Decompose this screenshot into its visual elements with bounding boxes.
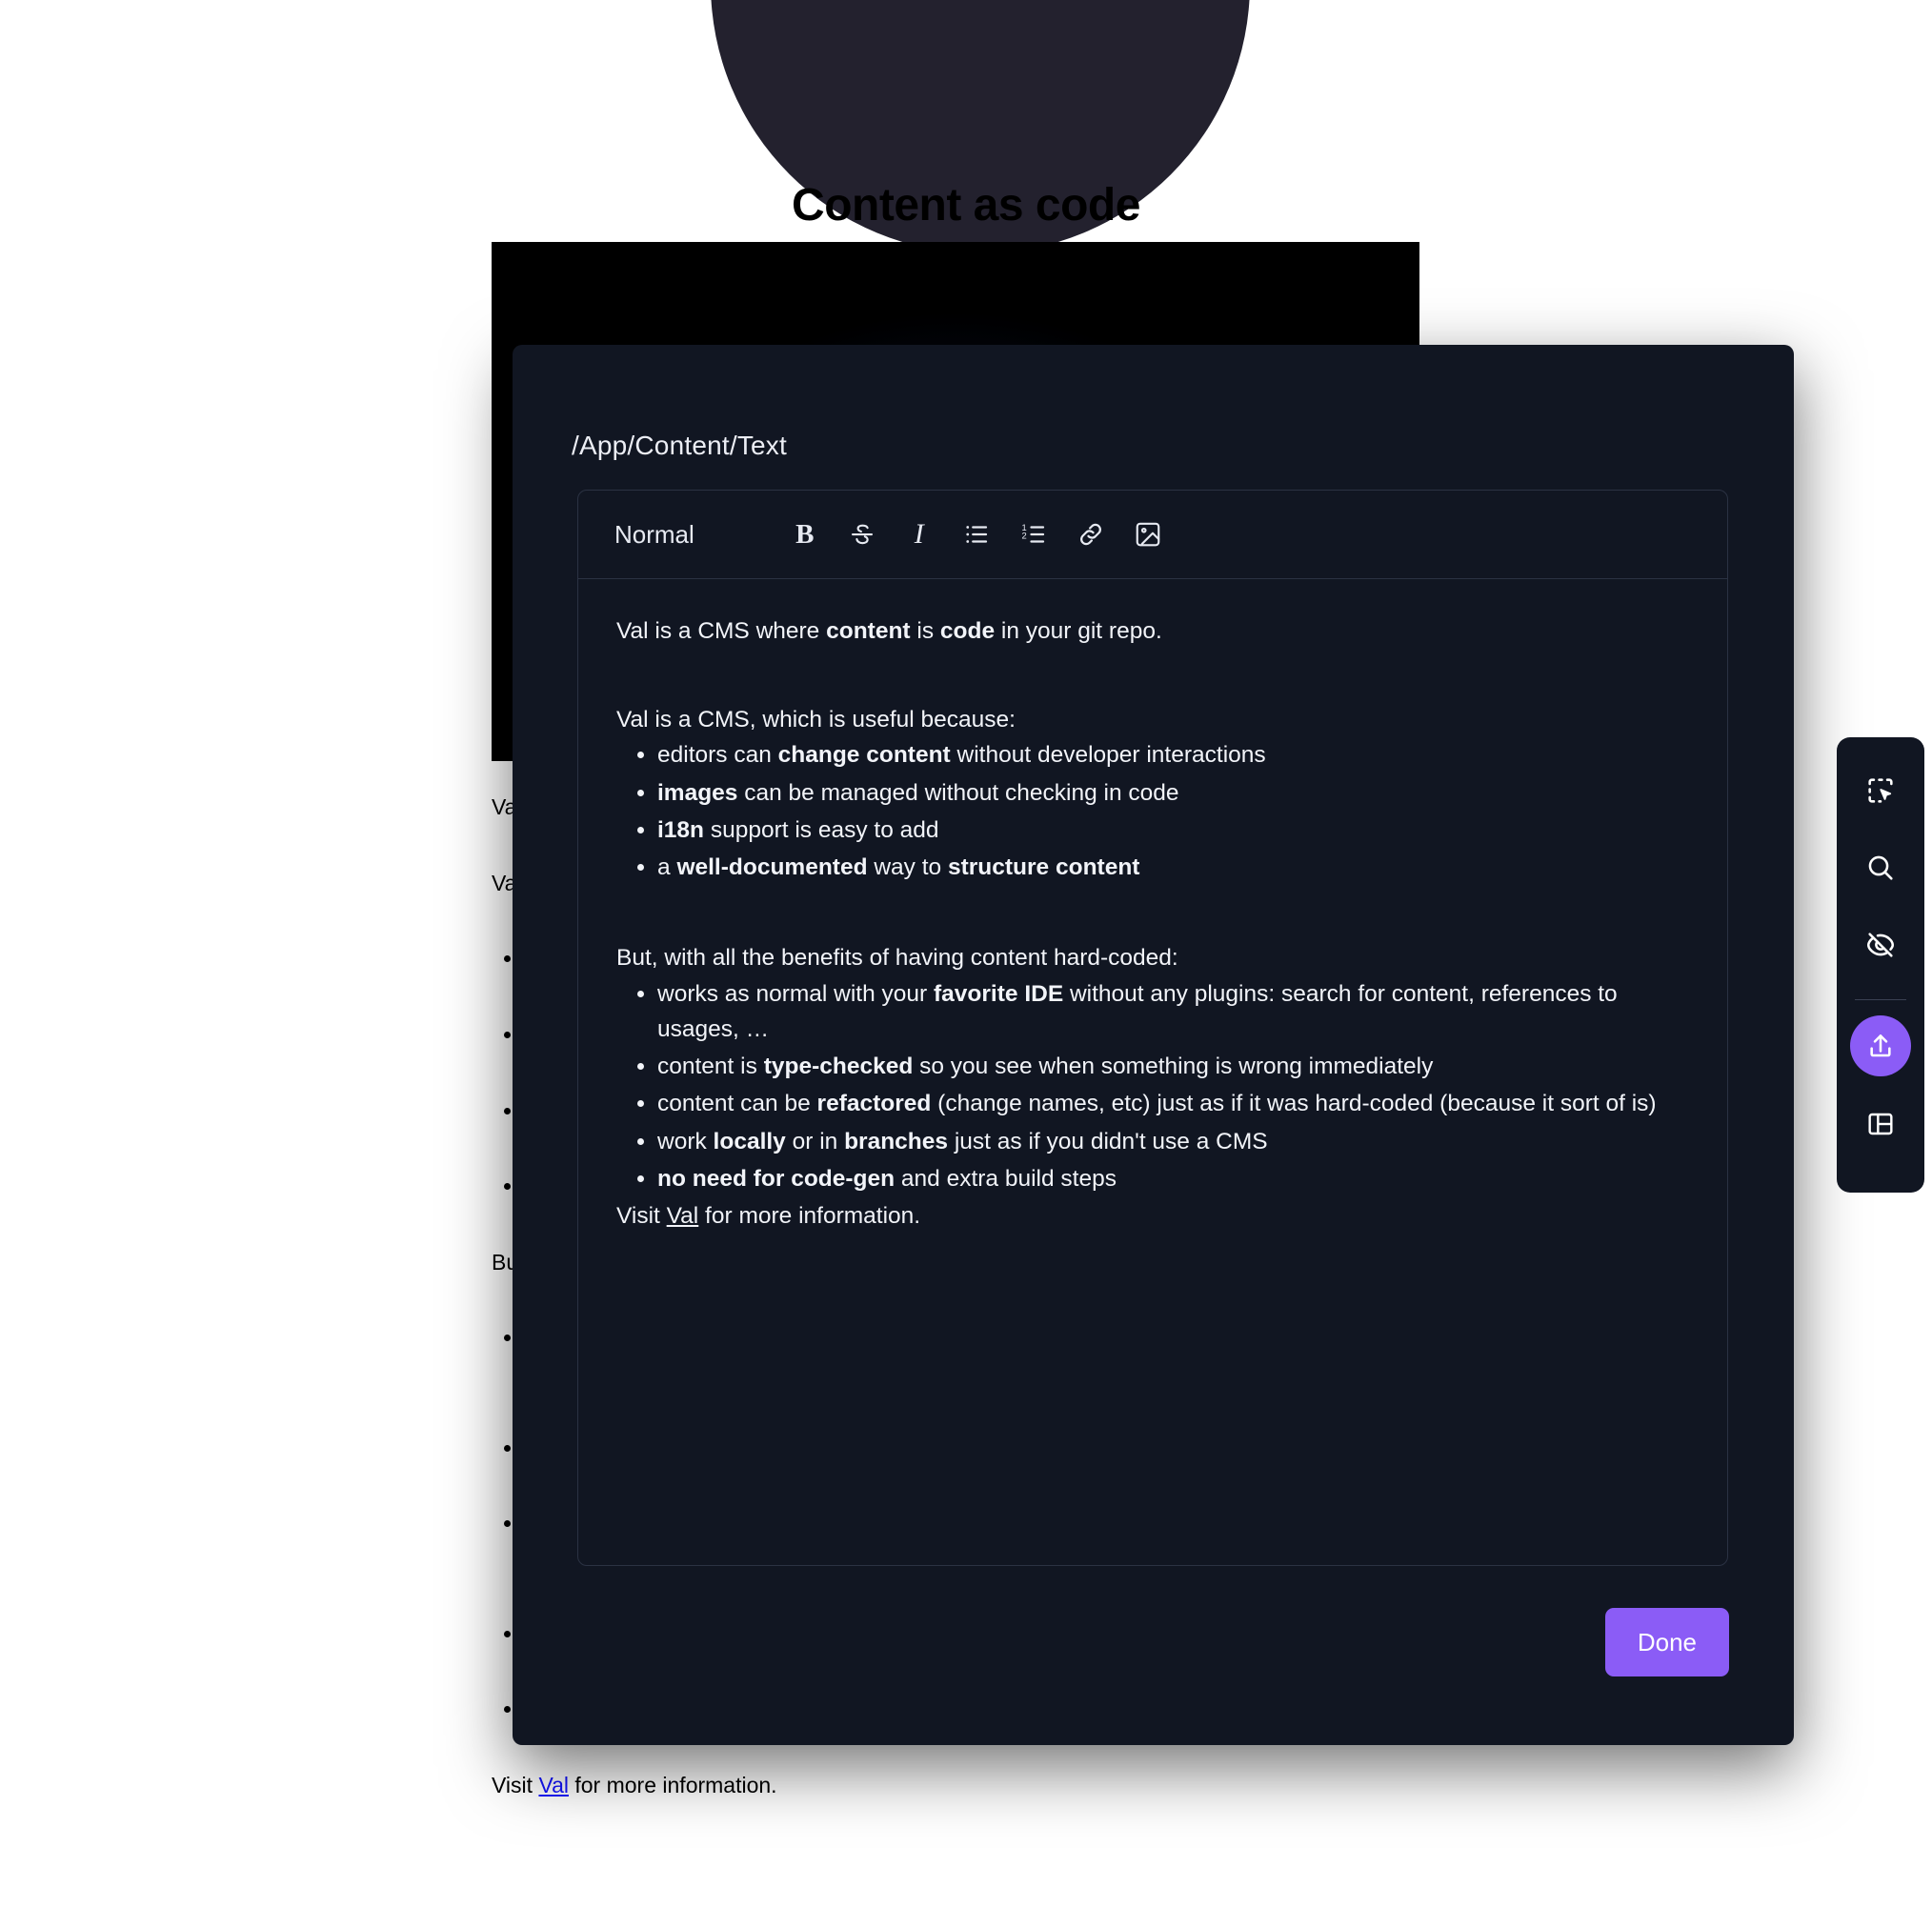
- ed-visit-prefix: Visit: [616, 1203, 667, 1230]
- ed-why-list: editors can change content without devel…: [616, 737, 1689, 885]
- ed-but-lead: But, with all the benefits of having con…: [616, 945, 1178, 972]
- visit-prefix: Visit: [492, 1772, 539, 1797]
- ed-spacer: [616, 649, 1689, 702]
- layout-panel-icon[interactable]: [1852, 1095, 1909, 1153]
- editor-content[interactable]: Val is a CMS where content is code in yo…: [578, 579, 1727, 1234]
- ed-visit-suffix: for more information.: [698, 1203, 921, 1230]
- ed-but-list: works as normal with your favorite IDE w…: [616, 976, 1689, 1196]
- done-button[interactable]: Done: [1604, 1608, 1729, 1676]
- rail-divider: [1855, 999, 1906, 1000]
- ed-visit-paragraph: Visit Val for more information.: [616, 1198, 1689, 1234]
- ed-val-link[interactable]: Val: [667, 1203, 699, 1229]
- list-item: i18n support is easy to add: [657, 813, 1689, 848]
- list-item: content can be refactored (change names,…: [657, 1086, 1689, 1121]
- list-item: a well-documented way to structure conte…: [657, 850, 1689, 885]
- list-item: work locally or in branches just as if y…: [657, 1124, 1689, 1159]
- strikethrough-icon[interactable]: [837, 510, 887, 559]
- ed-spacer-2: [616, 887, 1689, 940]
- content-editor-modal: /App/Content/Text Normal B I 1 2 Val is …: [513, 345, 1794, 1745]
- ed-intro-paragraph: Val is a CMS where content is code in yo…: [616, 618, 1162, 644]
- list-item: editors can change content without devel…: [657, 737, 1689, 773]
- italic-icon[interactable]: I: [895, 510, 944, 559]
- list-item: no need for code-gen and extra build ste…: [657, 1161, 1689, 1196]
- page-title: Content as code: [792, 180, 1140, 231]
- ed-why-lead: Val is a CMS, which is useful because:: [616, 707, 1016, 733]
- search-icon[interactable]: [1852, 839, 1909, 896]
- link-icon[interactable]: [1066, 510, 1116, 559]
- content-path-label: /App/Content/Text: [572, 431, 787, 460]
- bold-icon[interactable]: B: [780, 510, 830, 559]
- val-tool-rail: [1837, 737, 1924, 1193]
- rich-text-editor[interactable]: Normal B I 1 2 Val is a CMS where conten…: [577, 490, 1728, 1566]
- numbered-list-icon[interactable]: 1 2: [1009, 510, 1058, 559]
- select-element-icon[interactable]: [1852, 762, 1909, 819]
- app-root: Content as code Val is a CMS where conte…: [0, 0, 1932, 1907]
- eye-off-icon[interactable]: [1852, 916, 1909, 974]
- val-link[interactable]: Val: [538, 1773, 569, 1797]
- svg-text:2: 2: [1021, 531, 1026, 540]
- image-icon[interactable]: [1123, 510, 1173, 559]
- bullet-list-icon[interactable]: [952, 510, 1001, 559]
- bg-visit-paragraph: Visit Val for more information.: [492, 1769, 1444, 1803]
- list-item: works as normal with your favorite IDE w…: [657, 976, 1689, 1047]
- list-item: content is type-checked so you see when …: [657, 1049, 1689, 1084]
- editor-toolbar: Normal B I 1 2: [578, 491, 1727, 579]
- visit-suffix: for more information.: [568, 1772, 777, 1797]
- list-item: images can be managed without checking i…: [657, 775, 1689, 811]
- paragraph-style-dropdown[interactable]: Normal: [614, 520, 694, 550]
- publish-upload-icon[interactable]: [1850, 1015, 1911, 1076]
